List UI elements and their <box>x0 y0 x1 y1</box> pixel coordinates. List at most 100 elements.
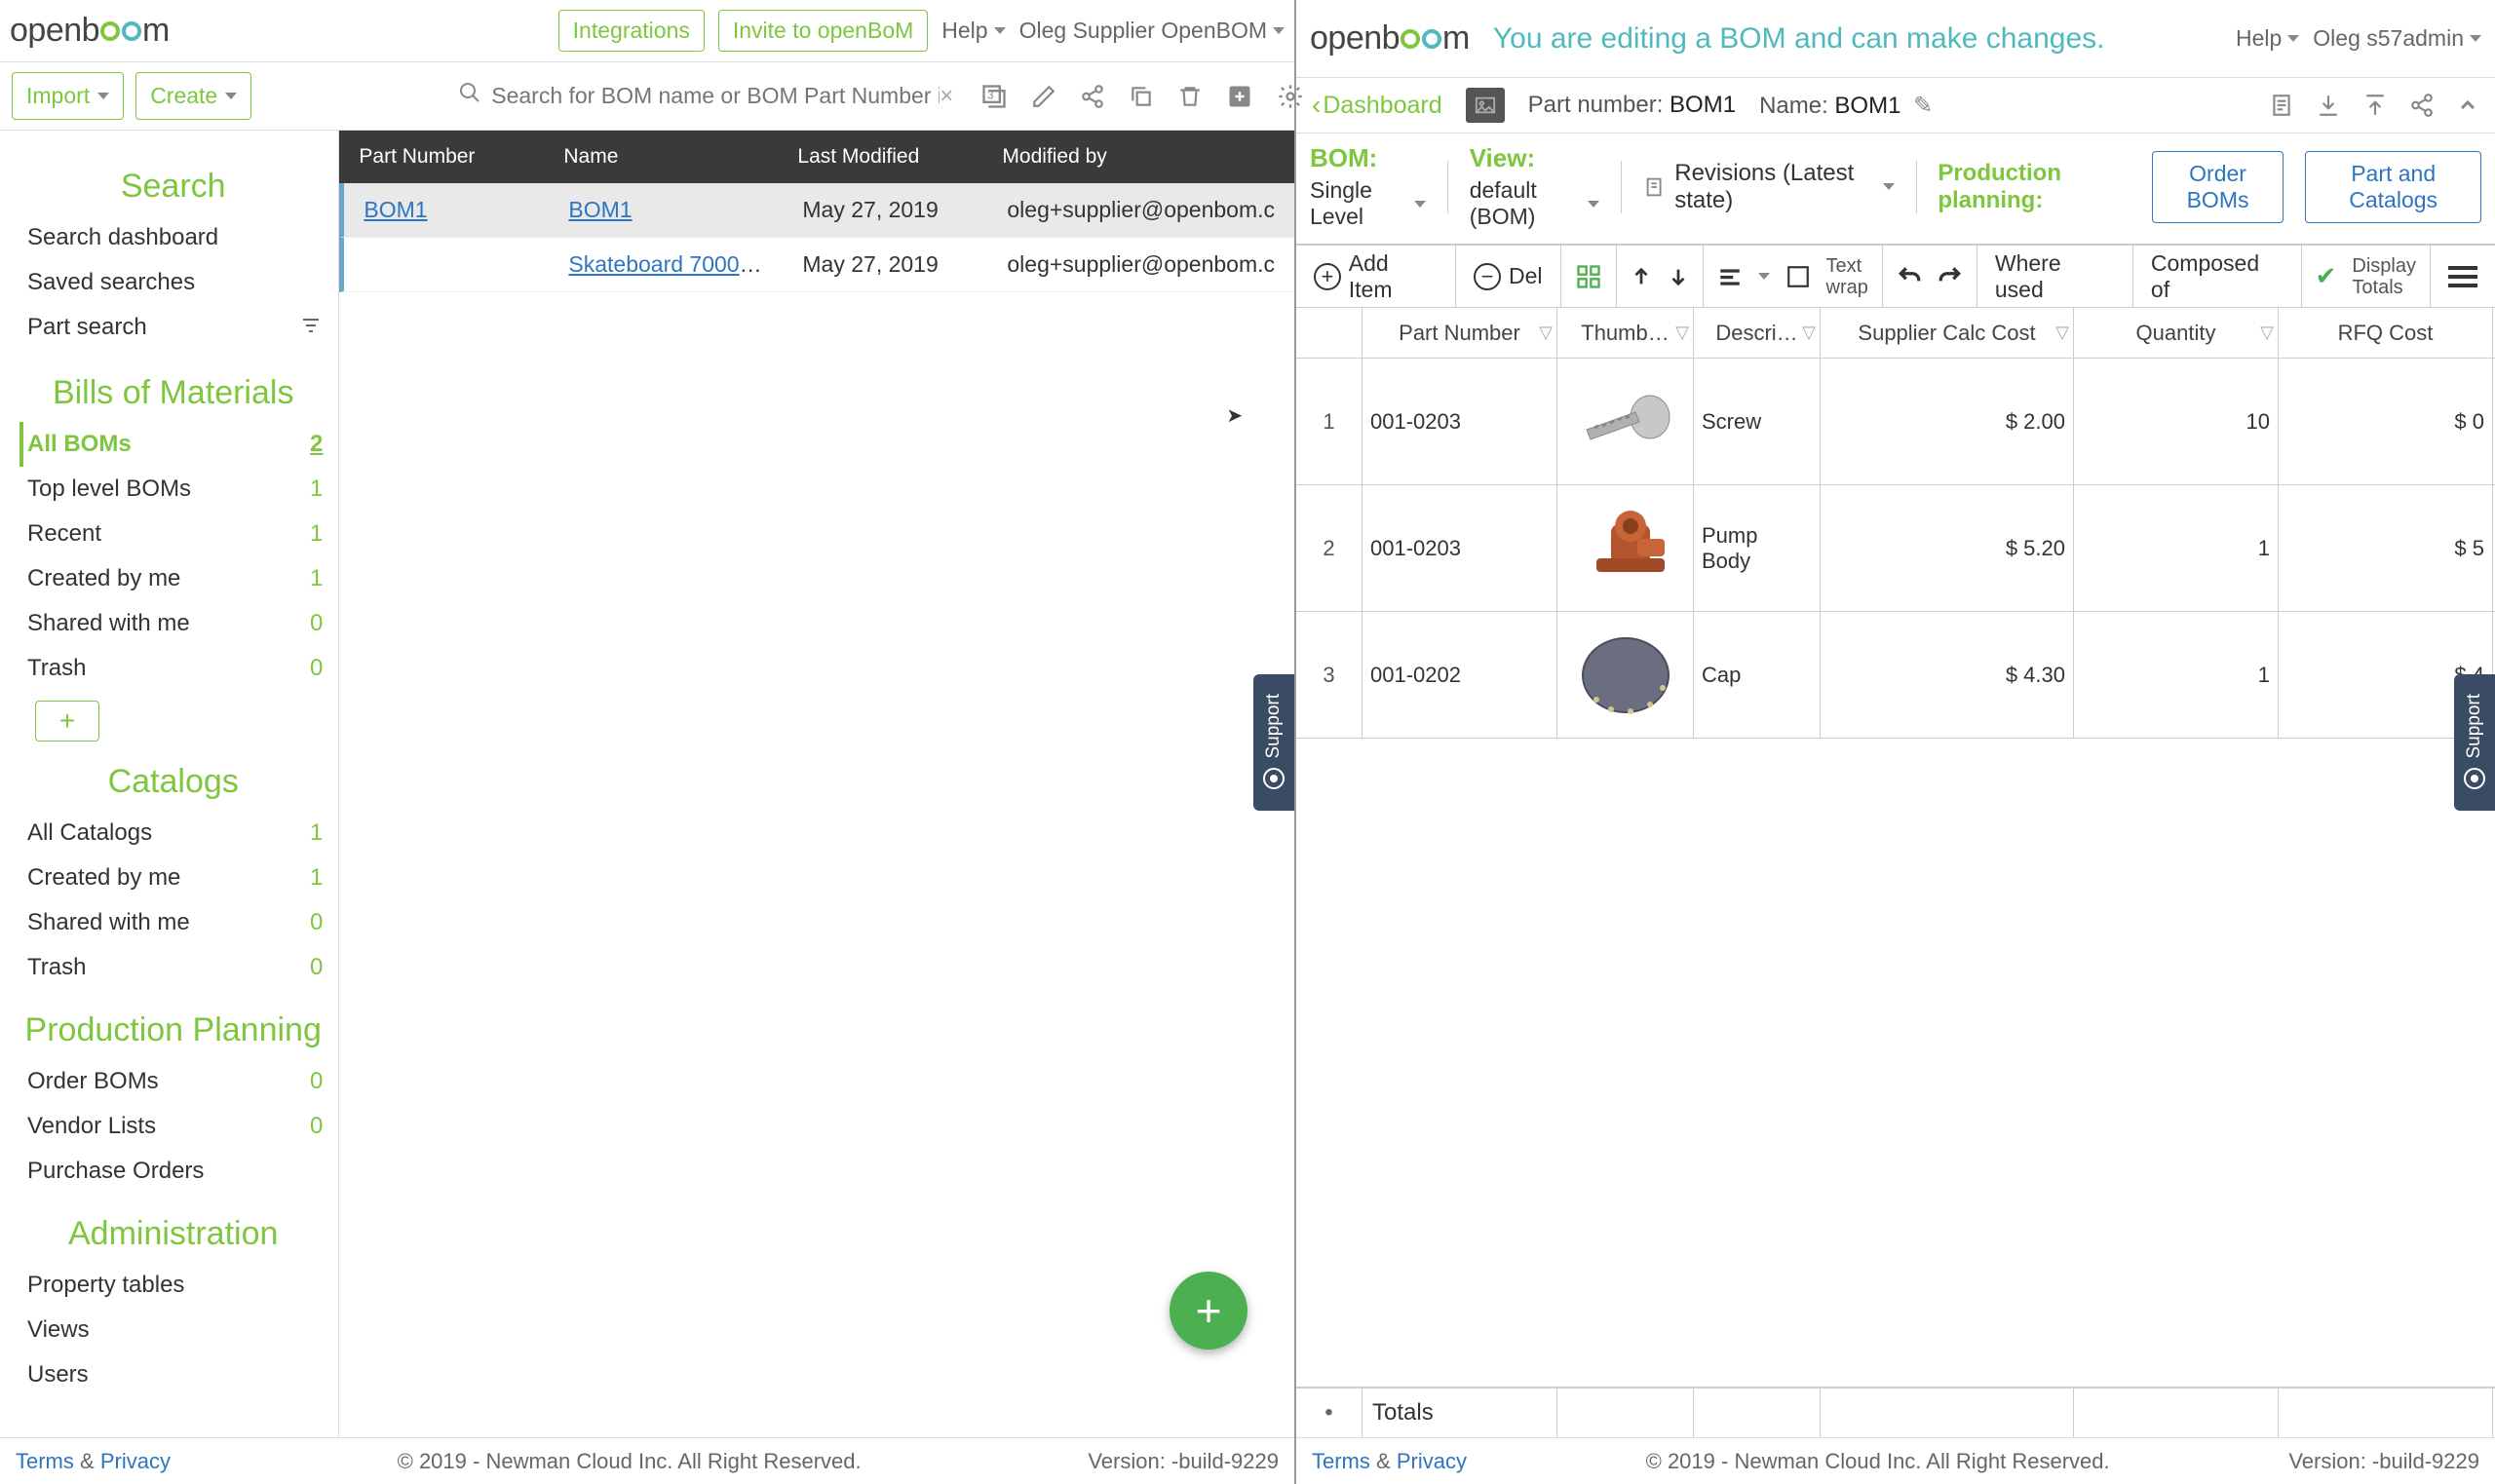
edit-name-icon[interactable]: ✎ <box>1906 93 1933 119</box>
undo-icon[interactable] <box>1897 264 1922 289</box>
doc-icon[interactable] <box>2269 93 2294 118</box>
sidebar-item-catalogs-shared-with-me[interactable]: Shared with me0 <box>19 900 326 945</box>
display-totals-toggle[interactable]: DisplayTotals <box>2352 255 2416 298</box>
delete-item-button[interactable]: −Del <box>1456 246 1561 307</box>
add-box-icon[interactable] <box>1226 83 1253 110</box>
sidebar-item-saved-searches[interactable]: Saved searches <box>19 260 326 305</box>
support-tab[interactable]: Support <box>1253 674 1294 811</box>
sidebar-item-search-dashboard[interactable]: Search dashboard <box>19 215 326 260</box>
cell-thumbnail[interactable] <box>1557 359 1694 484</box>
cell-supplier-cost[interactable]: $ 2.00 <box>1821 359 2074 484</box>
col-name[interactable]: Name <box>544 145 778 169</box>
cell-quantity[interactable]: 1 <box>2074 612 2279 738</box>
composed-of-button[interactable]: Composed of <box>2133 246 2302 307</box>
filter-icon[interactable]: ▽ <box>2260 323 2274 343</box>
col-last-modified[interactable]: Last Modified <box>778 145 982 169</box>
cell-quantity[interactable]: 10 <box>2074 359 2279 484</box>
help-dropdown[interactable]: Help <box>2236 25 2299 52</box>
grid-row[interactable]: 3 001-0202 Cap $ 4.30 1 $ 4 <box>1296 612 2495 739</box>
invite-button[interactable]: Invite to openBoM <box>718 10 928 52</box>
support-tab[interactable]: Support <box>2454 674 2495 811</box>
cell-part-number[interactable]: 001-0203 <box>1363 485 1557 611</box>
pn-link[interactable]: BOM1 <box>364 197 427 222</box>
copy-icon[interactable] <box>1129 84 1154 109</box>
cell-thumbnail[interactable] <box>1557 612 1694 738</box>
sidebar-item-order-boms[interactable]: Order BOMs0 <box>19 1059 326 1104</box>
sidebar-item-users[interactable]: Users <box>19 1352 326 1397</box>
filter-icon[interactable]: ▽ <box>1539 323 1553 343</box>
terms-link[interactable]: Terms <box>16 1449 74 1473</box>
filter-icon[interactable] <box>299 314 323 344</box>
part-catalogs-button[interactable]: Part and Catalogs <box>2305 151 2481 223</box>
import-button[interactable]: Import <box>12 72 124 120</box>
cell-quantity[interactable]: 1 <box>2074 485 2279 611</box>
filter-icon[interactable]: ▽ <box>2055 323 2069 343</box>
logo[interactable]: openbm <box>1310 19 1470 57</box>
create-button[interactable]: Create <box>135 72 251 120</box>
share-icon[interactable] <box>1080 84 1105 109</box>
sidebar-item-property-tables[interactable]: Property tables <box>19 1263 326 1308</box>
col-modified-by[interactable]: Modified by <box>982 145 1294 169</box>
help-dropdown[interactable]: Help <box>941 18 1005 44</box>
grid-row[interactable]: 2 001-0203 Pump Body $ 5.20 1 $ 5 <box>1296 485 2495 612</box>
cell-rfq-cost[interactable]: $ 0 <box>2279 359 2493 484</box>
filter-icon[interactable]: ▽ <box>1675 323 1689 343</box>
sidebar-item-created-by-me[interactable]: Created by me1 <box>19 556 326 601</box>
cell-supplier-cost[interactable]: $ 4.30 <box>1821 612 2074 738</box>
col-part-number[interactable]: Part Number▽ <box>1363 308 1557 358</box>
cell-supplier-cost[interactable]: $ 5.20 <box>1821 485 2074 611</box>
move-down-icon[interactable] <box>1668 264 1689 289</box>
fab-add-button[interactable]: + <box>1170 1272 1248 1350</box>
view-dropdown[interactable]: default (BOM) <box>1470 177 1599 230</box>
sidebar-item-catalogs-trash[interactable]: Trash0 <box>19 945 326 990</box>
filter-icon[interactable]: ▽ <box>1802 323 1816 343</box>
search-input[interactable] <box>491 83 940 109</box>
align-icon[interactable] <box>1717 264 1743 289</box>
privacy-link[interactable]: Privacy <box>100 1449 171 1473</box>
cell-rfq-cost[interactable]: $ 5 <box>2279 485 2493 611</box>
redo-icon[interactable] <box>1938 264 1963 289</box>
sidebar-item-vendor-lists[interactable]: Vendor Lists0 <box>19 1104 326 1149</box>
bom-level-dropdown[interactable]: Single Level <box>1310 177 1426 230</box>
col-quantity[interactable]: Quantity▽ <box>2074 308 2279 358</box>
upload-icon[interactable] <box>2362 93 2388 118</box>
sidebar-item-catalogs-created-by-me[interactable]: Created by me1 <box>19 856 326 900</box>
sidebar-item-all-catalogs[interactable]: All Catalogs1 <box>19 811 326 856</box>
download-icon[interactable] <box>2316 93 2341 118</box>
table-row[interactable]: Skateboard 7000 Single L… May 27, 2019 o… <box>339 238 1294 292</box>
col-rfq-cost[interactable]: RFQ Cost <box>2279 308 2493 358</box>
cell-part-number[interactable]: 001-0202 <box>1363 612 1557 738</box>
collapse-icon[interactable] <box>2456 93 2479 118</box>
cell-description[interactable]: Pump Body <box>1694 485 1821 611</box>
where-used-button[interactable]: Where used <box>1977 246 2133 307</box>
privacy-link[interactable]: Privacy <box>1397 1449 1467 1473</box>
add-item-button[interactable]: +Add Item <box>1296 246 1456 307</box>
cell-description[interactable]: Screw <box>1694 359 1821 484</box>
order-boms-button[interactable]: Order BOMs <box>2152 151 2284 223</box>
user-dropdown[interactable]: Oleg Supplier OpenBOM <box>1019 18 1285 44</box>
grid-view-icon[interactable] <box>1575 263 1602 290</box>
logo[interactable]: openbm <box>10 12 170 50</box>
sidebar-item-shared-with-me[interactable]: Shared with me0 <box>19 601 326 646</box>
grid-row[interactable]: 1 001-0203 Screw $ 2.00 10 $ 0 <box>1296 359 2495 485</box>
col-thumbnail[interactable]: Thumb…▽ <box>1557 308 1694 358</box>
share-icon[interactable] <box>2409 93 2435 118</box>
cell-description[interactable]: Cap <box>1694 612 1821 738</box>
sidebar-item-views[interactable]: Views <box>19 1308 326 1352</box>
sidebar-item-all-boms[interactable]: All BOMs2 <box>19 422 326 467</box>
checkbox-icon[interactable] <box>1785 264 1811 289</box>
trash-icon[interactable] <box>1177 84 1203 109</box>
menu-icon[interactable] <box>2431 266 2495 287</box>
move-up-icon[interactable] <box>1631 264 1652 289</box>
multi-select-icon[interactable]: 3 <box>980 83 1008 110</box>
sidebar-item-part-search[interactable]: Part search <box>19 305 326 353</box>
user-dropdown[interactable]: Oleg s57admin <box>2313 25 2481 52</box>
image-icon[interactable] <box>1466 88 1505 123</box>
sidebar-item-purchase-orders[interactable]: Purchase Orders <box>19 1149 326 1194</box>
terms-link[interactable]: Terms <box>1312 1449 1370 1473</box>
sidebar-item-top-level-boms[interactable]: Top level BOMs1 <box>19 467 326 512</box>
integrations-button[interactable]: Integrations <box>558 10 705 52</box>
name-link[interactable]: Skateboard 7000 Single L… <box>568 251 783 277</box>
col-supplier-calc-cost[interactable]: Supplier Calc Cost▽ <box>1821 308 2074 358</box>
clear-icon[interactable]: × <box>940 83 953 110</box>
